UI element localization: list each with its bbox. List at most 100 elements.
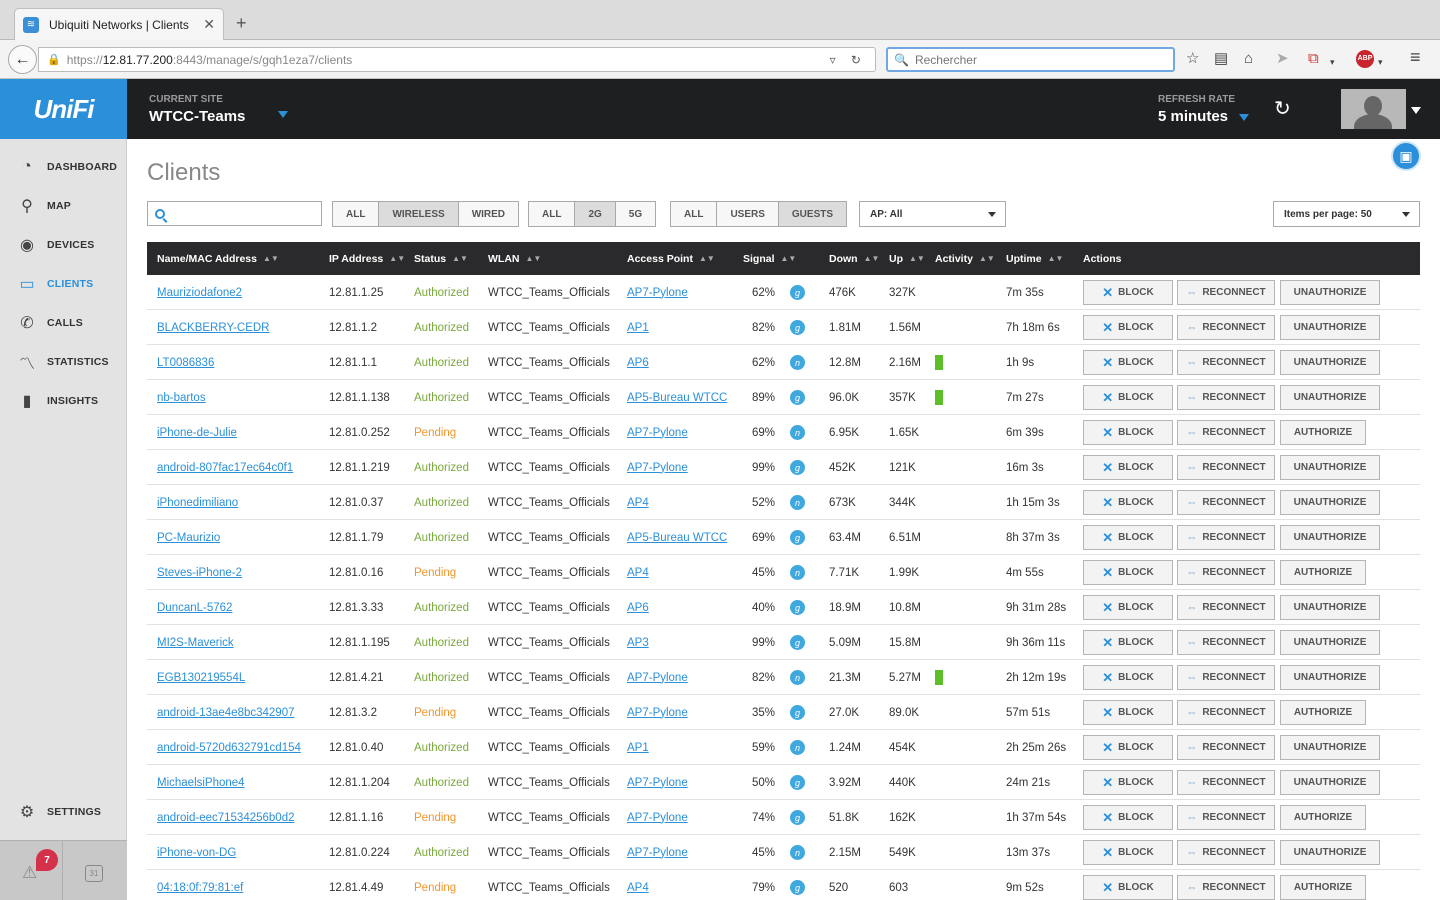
sidebar-item-map[interactable]: ⚲ MAP <box>0 191 127 221</box>
col-status[interactable]: Status ▲▼ <box>414 242 468 275</box>
client-name-link[interactable]: Mauriziodafone2 <box>157 287 242 299</box>
client-search-box[interactable] <box>147 201 322 226</box>
authorize-button[interactable]: AUTHORIZE <box>1280 420 1366 445</box>
reconnect-button[interactable]: ⇔ RECONNECT <box>1177 665 1275 690</box>
client-name-link[interactable]: android-13ae4e8bc342907 <box>157 707 294 719</box>
client-name-link[interactable]: iPhonedimiliano <box>157 497 238 509</box>
send-icon[interactable]: ➤ <box>1276 51 1289 67</box>
site-dropdown-caret-icon[interactable] <box>278 111 288 118</box>
refresh-rate-caret-icon[interactable] <box>1239 114 1249 121</box>
reconnect-button[interactable]: ⇔ RECONNECT <box>1177 560 1275 585</box>
block-button[interactable]: ✕ BLOCK <box>1083 560 1173 585</box>
client-name-link[interactable]: android-eec71534256b0d2 <box>157 812 294 824</box>
avatar[interactable] <box>1341 89 1406 129</box>
block-button[interactable]: ✕ BLOCK <box>1083 490 1173 515</box>
access-point-link[interactable]: AP4 <box>627 567 649 579</box>
reconnect-button[interactable]: ⇔ RECONNECT <box>1177 385 1275 410</box>
sidebar-item-settings[interactable]: ⚙ SETTINGS <box>0 797 127 827</box>
filter-user-all[interactable]: ALL <box>671 202 718 226</box>
unauthorize-button[interactable]: UNAUTHORIZE <box>1280 280 1380 305</box>
unauthorize-button[interactable]: UNAUTHORIZE <box>1280 735 1380 760</box>
access-point-link[interactable]: AP7-Pylone <box>627 462 688 474</box>
unauthorize-button[interactable]: UNAUTHORIZE <box>1280 525 1380 550</box>
access-point-link[interactable]: AP7-Pylone <box>627 847 688 859</box>
access-point-link[interactable]: AP1 <box>627 742 649 754</box>
filter-conn-wireless[interactable]: WIRELESS <box>379 202 459 226</box>
access-point-link[interactable]: AP4 <box>627 497 649 509</box>
block-button[interactable]: ✕ BLOCK <box>1083 700 1173 725</box>
unauthorize-button[interactable]: UNAUTHORIZE <box>1280 385 1380 410</box>
bookmark-star-icon[interactable]: ☆ <box>1186 51 1199 67</box>
client-name-link[interactable]: LT0086836 <box>157 357 214 369</box>
authorize-button[interactable]: AUTHORIZE <box>1280 560 1366 585</box>
reconnect-button[interactable]: ⇔ RECONNECT <box>1177 315 1275 340</box>
col-activity[interactable]: Activity ▲▼ <box>935 242 995 275</box>
col-access-point[interactable]: Access Point ▲▼ <box>627 242 715 275</box>
extension-menu-icon[interactable]: ▾ <box>1330 54 1335 70</box>
unifi-logo[interactable]: UniFi <box>0 79 127 139</box>
client-name-link[interactable]: iPhone-de-Julie <box>157 427 237 439</box>
access-point-link[interactable]: AP5-Bureau WTCC <box>627 392 727 404</box>
client-name-link[interactable]: DuncanL-5762 <box>157 602 232 614</box>
access-point-link[interactable]: AP6 <box>627 357 649 369</box>
block-button[interactable]: ✕ BLOCK <box>1083 630 1173 655</box>
client-name-link[interactable]: android-807fac17ec64c0f1 <box>157 462 293 474</box>
current-site-name[interactable]: WTCC-Teams <box>149 108 245 125</box>
client-name-link[interactable]: BLACKBERRY-CEDR <box>157 322 269 334</box>
user-menu-caret-icon[interactable] <box>1411 107 1421 114</box>
ap-filter-select[interactable]: AP: All <box>859 201 1006 227</box>
col-ip[interactable]: IP Address ▲▼ <box>329 242 405 275</box>
client-search-input[interactable] <box>171 206 311 221</box>
client-name-link[interactable]: EGB130219554L <box>157 672 245 684</box>
block-button[interactable]: ✕ BLOCK <box>1083 350 1173 375</box>
sidebar-item-devices[interactable]: ◉ DEVICES <box>0 230 127 260</box>
unauthorize-button[interactable]: UNAUTHORIZE <box>1280 840 1380 865</box>
filter-band-2g[interactable]: 2G <box>575 202 616 226</box>
refresh-icon[interactable]: ↻ <box>1274 96 1291 121</box>
unauthorize-button[interactable]: UNAUTHORIZE <box>1280 595 1380 620</box>
browser-tab[interactable]: ≋ Ubiquiti Networks | Clients ✕ <box>14 8 224 40</box>
unauthorize-button[interactable]: UNAUTHORIZE <box>1280 490 1380 515</box>
back-button[interactable]: ← <box>8 45 37 74</box>
col-up[interactable]: Up ▲▼ <box>889 242 925 275</box>
hamburger-menu-icon[interactable]: ≡ <box>1410 48 1421 66</box>
access-point-link[interactable]: AP1 <box>627 322 649 334</box>
client-name-link[interactable]: nb-bartos <box>157 392 206 404</box>
block-button[interactable]: ✕ BLOCK <box>1083 735 1173 760</box>
filter-conn-wired[interactable]: WIRED <box>458 202 519 226</box>
client-name-link[interactable]: android-5720d632791cd154 <box>157 742 301 754</box>
reading-list-icon[interactable]: ▤ <box>1214 51 1228 67</box>
adblock-menu-icon[interactable]: ▾ <box>1378 54 1383 70</box>
alerts-button[interactable]: ⚠ 7 <box>0 841 63 900</box>
extension-icon[interactable]: ⧉ <box>1308 51 1319 67</box>
client-name-link[interactable]: iPhone-von-DG <box>157 847 236 859</box>
sidebar-item-insights[interactable]: ▮ INSIGHTS <box>0 386 127 416</box>
filter-user-users[interactable]: USERS <box>717 202 779 226</box>
sidebar-item-calls[interactable]: ✆ CALLS <box>0 308 127 338</box>
access-point-link[interactable]: AP7-Pylone <box>627 672 688 684</box>
access-point-link[interactable]: AP7-Pylone <box>627 707 688 719</box>
col-uptime[interactable]: Uptime ▲▼ <box>1006 242 1063 275</box>
unauthorize-button[interactable]: UNAUTHORIZE <box>1280 315 1380 340</box>
block-button[interactable]: ✕ BLOCK <box>1083 420 1173 445</box>
block-button[interactable]: ✕ BLOCK <box>1083 525 1173 550</box>
block-button[interactable]: ✕ BLOCK <box>1083 665 1173 690</box>
floating-window-icon[interactable]: ▣ <box>1391 141 1421 171</box>
reconnect-button[interactable]: ⇔ RECONNECT <box>1177 595 1275 620</box>
reconnect-button[interactable]: ⇔ RECONNECT <box>1177 280 1275 305</box>
new-tab-button[interactable]: + <box>236 14 247 32</box>
items-per-page-select[interactable]: Items per page: 50 <box>1273 201 1420 227</box>
access-point-link[interactable]: AP7-Pylone <box>627 777 688 789</box>
browser-search-input[interactable] <box>914 52 1155 67</box>
col-signal[interactable]: Signal ▲▼ <box>743 242 796 275</box>
sidebar-item-statistics[interactable]: 〽 STATISTICS <box>0 347 127 377</box>
client-name-link[interactable]: 04:18:0f:79:81:ef <box>157 882 243 894</box>
reconnect-button[interactable]: ⇔ RECONNECT <box>1177 350 1275 375</box>
refresh-rate-value[interactable]: 5 minutes <box>1158 108 1228 125</box>
sidebar-item-clients[interactable]: ▭ CLIENTS <box>0 269 127 299</box>
browser-search-bar[interactable]: 🔍 <box>886 47 1175 72</box>
block-button[interactable]: ✕ BLOCK <box>1083 280 1173 305</box>
url-bar[interactable]: 🔒 https://12.81.77.200:8443/manage/s/gqh… <box>38 47 876 72</box>
reconnect-button[interactable]: ⇔ RECONNECT <box>1177 630 1275 655</box>
adblock-icon[interactable]: ABP <box>1356 50 1374 68</box>
